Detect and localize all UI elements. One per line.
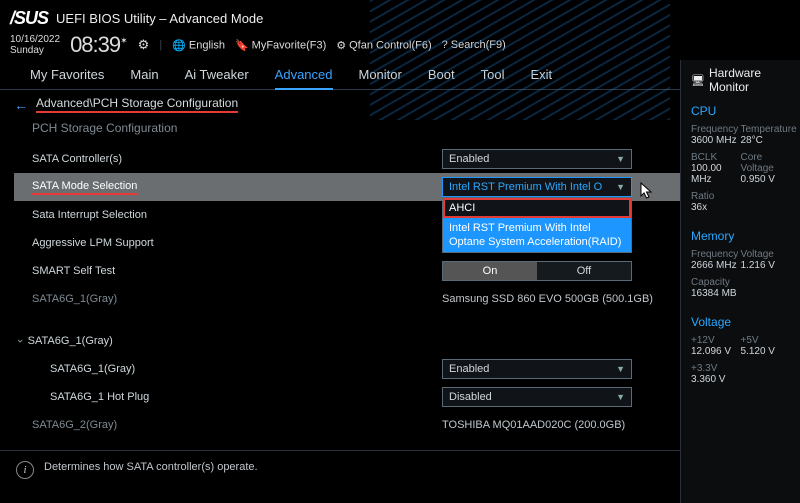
- port0-device: Samsung SSD 860 EVO 500GB (500.1GB): [442, 293, 653, 305]
- chevron-down-icon: ▼: [616, 360, 625, 378]
- language-selector[interactable]: English: [172, 39, 225, 52]
- port1-expander[interactable]: SATA6G_1(Gray): [32, 335, 442, 347]
- gear-icon[interactable]: ⚙: [138, 37, 150, 53]
- mouse-cursor-icon: [640, 182, 654, 200]
- option-rst[interactable]: Intel RST Premium With Intel Optane Syst…: [443, 218, 631, 252]
- tab-advanced[interactable]: Advanced: [275, 67, 333, 90]
- breadcrumb[interactable]: ← Advanced\PCH Storage Configuration: [14, 96, 666, 113]
- sata-mode-label: SATA Mode Selection: [32, 180, 137, 195]
- tab-tool[interactable]: Tool: [481, 67, 505, 82]
- smart-selftest-toggle[interactable]: On Off: [442, 261, 632, 281]
- day-text: Sunday: [10, 45, 60, 56]
- sub-port-label: SATA6G_1(Gray): [50, 363, 442, 375]
- brand-logo: /SUS: [10, 8, 48, 29]
- port2-device: TOSHIBA MQ01AAD020C (200.0GB): [442, 419, 625, 431]
- hardware-monitor-panel: Hardware Monitor CPU Frequency3600 MHz T…: [680, 60, 800, 503]
- sata-controllers-label: SATA Controller(s): [32, 153, 442, 165]
- page-title: UEFI BIOS Utility – Advanced Mode: [56, 11, 263, 26]
- hw-memory-heading: Memory: [691, 229, 790, 243]
- aggressive-lpm-label: Aggressive LPM Support: [32, 237, 442, 249]
- clock: 08:39✶: [70, 32, 128, 58]
- chevron-down-icon: ▼: [616, 178, 625, 196]
- hw-voltage-heading: Voltage: [691, 315, 790, 329]
- sub-port-dropdown[interactable]: Enabled▼: [442, 359, 632, 379]
- date-text: 10/16/2022: [10, 34, 60, 45]
- toggle-on[interactable]: On: [443, 262, 537, 280]
- chevron-down-icon: ▼: [616, 388, 625, 406]
- sata-controllers-dropdown[interactable]: Enabled▼: [442, 149, 632, 169]
- hw-title: Hardware Monitor: [691, 66, 790, 94]
- hotplug-dropdown[interactable]: Disabled▼: [442, 387, 632, 407]
- help-bar: i Determines how SATA controller(s) oper…: [0, 450, 680, 503]
- smart-selftest-label: SMART Self Test: [32, 265, 442, 277]
- hw-cpu-heading: CPU: [691, 104, 790, 118]
- tab-boot[interactable]: Boot: [428, 67, 455, 82]
- tab-monitor[interactable]: Monitor: [359, 67, 402, 82]
- search-button[interactable]: Search(F9): [442, 39, 506, 51]
- info-icon: i: [16, 461, 34, 479]
- tab-exit[interactable]: Exit: [530, 67, 552, 82]
- sata-mode-dropdown[interactable]: Intel RST Premium With Intel O▼: [442, 177, 632, 197]
- section-heading: PCH Storage Configuration: [32, 121, 666, 135]
- toggle-off[interactable]: Off: [537, 262, 631, 280]
- sata-interrupt-label: Sata Interrupt Selection: [32, 209, 442, 221]
- option-ahci[interactable]: AHCI: [443, 198, 631, 218]
- port2-label: SATA6G_2(Gray): [32, 419, 442, 431]
- qfan-button[interactable]: Qfan Control(F6): [336, 39, 431, 52]
- myfavorite-button[interactable]: MyFavorite(F3): [235, 39, 326, 52]
- help-text: Determines how SATA controller(s) operat…: [44, 461, 258, 473]
- hotplug-label: SATA6G_1 Hot Plug: [50, 391, 442, 403]
- breadcrumb-path: Advanced\PCH Storage Configuration: [36, 96, 238, 113]
- tab-aitweaker[interactable]: Ai Tweaker: [185, 67, 249, 82]
- tab-main[interactable]: Main: [130, 67, 158, 82]
- chevron-down-icon: ▼: [616, 150, 625, 168]
- port0-label: SATA6G_1(Gray): [32, 293, 442, 305]
- sata-mode-menu: AHCI Intel RST Premium With Intel Optane…: [442, 197, 632, 253]
- back-icon[interactable]: ←: [14, 97, 28, 113]
- tab-myfavorites[interactable]: My Favorites: [30, 67, 104, 82]
